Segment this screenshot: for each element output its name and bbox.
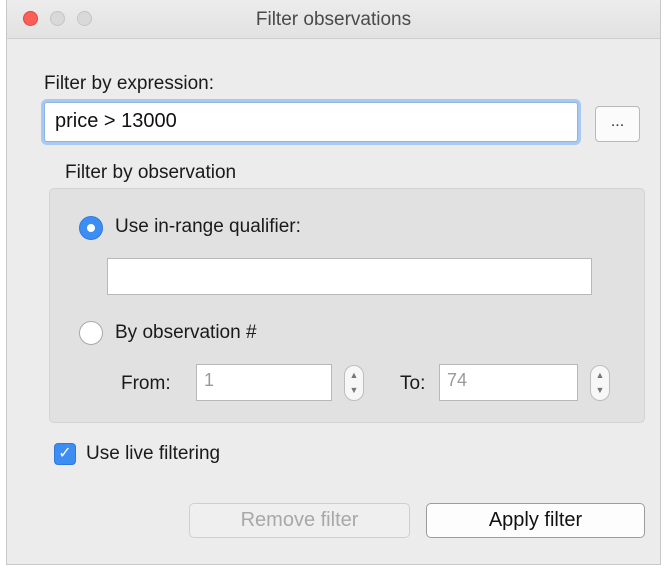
from-observation-stepper[interactable]: ▲ ▼ xyxy=(344,365,364,401)
to-observation-input[interactable]: 74 xyxy=(439,364,578,401)
filter-window: Filter observations Filter by expression… xyxy=(6,0,661,565)
stepper-down-icon[interactable]: ▼ xyxy=(596,385,605,395)
in-range-qualifier-input[interactable] xyxy=(107,258,592,295)
window-title: Filter observations xyxy=(255,9,412,30)
to-observation-stepper[interactable]: ▲ ▼ xyxy=(590,365,610,401)
from-observation-input[interactable]: 1 xyxy=(196,364,332,401)
filter-observation-group-label: Filter by observation xyxy=(65,162,237,183)
apply-filter-button[interactable]: Apply filter xyxy=(426,503,645,538)
stepper-up-icon[interactable]: ▲ xyxy=(596,370,605,380)
to-label: To: xyxy=(400,373,426,394)
in-range-qualifier-radio[interactable] xyxy=(79,216,103,240)
expression-builder-button[interactable]: ... xyxy=(595,106,640,142)
in-range-qualifier-label: Use in-range qualifier: xyxy=(115,216,301,237)
filter-expression-input[interactable]: price > 13000 xyxy=(44,102,578,142)
by-observation-radio[interactable] xyxy=(79,321,103,345)
title-bar: Filter observations xyxy=(7,0,660,39)
stepper-up-icon[interactable]: ▲ xyxy=(350,370,359,380)
from-label: From: xyxy=(121,373,171,394)
filter-expression-label: Filter by expression: xyxy=(44,73,215,94)
live-filtering-label: Use live filtering xyxy=(86,443,221,464)
live-filtering-checkbox[interactable]: ✓ xyxy=(54,443,76,465)
by-observation-label: By observation # xyxy=(115,322,257,343)
filter-observation-group: Use in-range qualifier: By observation #… xyxy=(49,188,645,423)
stepper-down-icon[interactable]: ▼ xyxy=(350,385,359,395)
remove-filter-button[interactable]: Remove filter xyxy=(189,503,410,538)
